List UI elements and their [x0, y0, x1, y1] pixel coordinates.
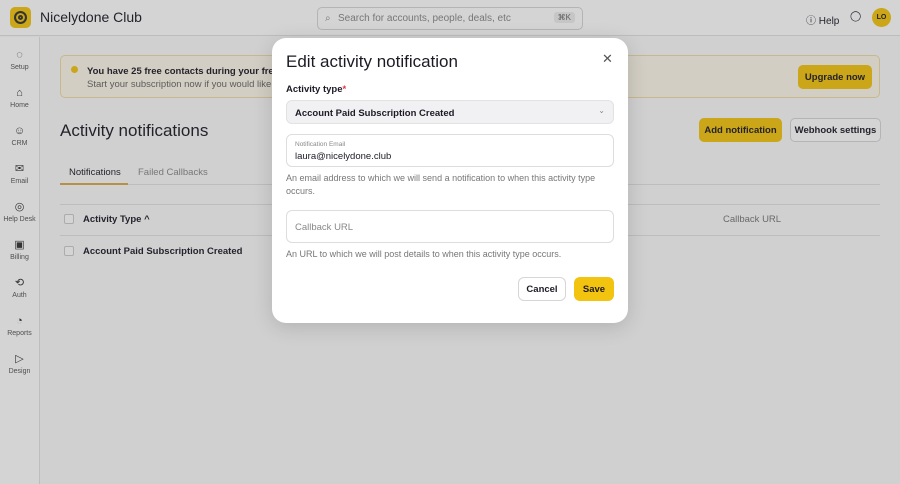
email-hint: An email address to which we will send a…	[286, 173, 596, 196]
required-marker: *	[342, 84, 347, 95]
callback-placeholder: Callback URL	[295, 222, 354, 233]
email-value: laura@nicelydone.club	[295, 151, 392, 162]
chevron-down-icon: ⌄	[598, 106, 605, 115]
save-button[interactable]: Save	[574, 277, 614, 301]
close-icon[interactable]: ✕	[602, 51, 613, 67]
notification-email-field[interactable]: Notification Email laura@nicelydone.club	[286, 134, 614, 167]
edit-notification-modal: Edit activity notification ✕ Activity ty…	[272, 38, 628, 323]
callback-url-field[interactable]: Callback URL	[286, 210, 614, 243]
activity-type-value: Account Paid Subscription Created	[295, 108, 455, 119]
email-label: Notification Email	[295, 141, 346, 148]
cancel-button[interactable]: Cancel	[518, 277, 566, 301]
activity-type-select[interactable]: Account Paid Subscription Created ⌄	[286, 100, 614, 124]
callback-hint: An URL to which we will post details to …	[286, 249, 562, 259]
activity-type-label: Activity type*	[286, 84, 346, 95]
activity-type-label-text: Activity type	[286, 84, 343, 95]
modal-title: Edit activity notification	[286, 52, 458, 71]
